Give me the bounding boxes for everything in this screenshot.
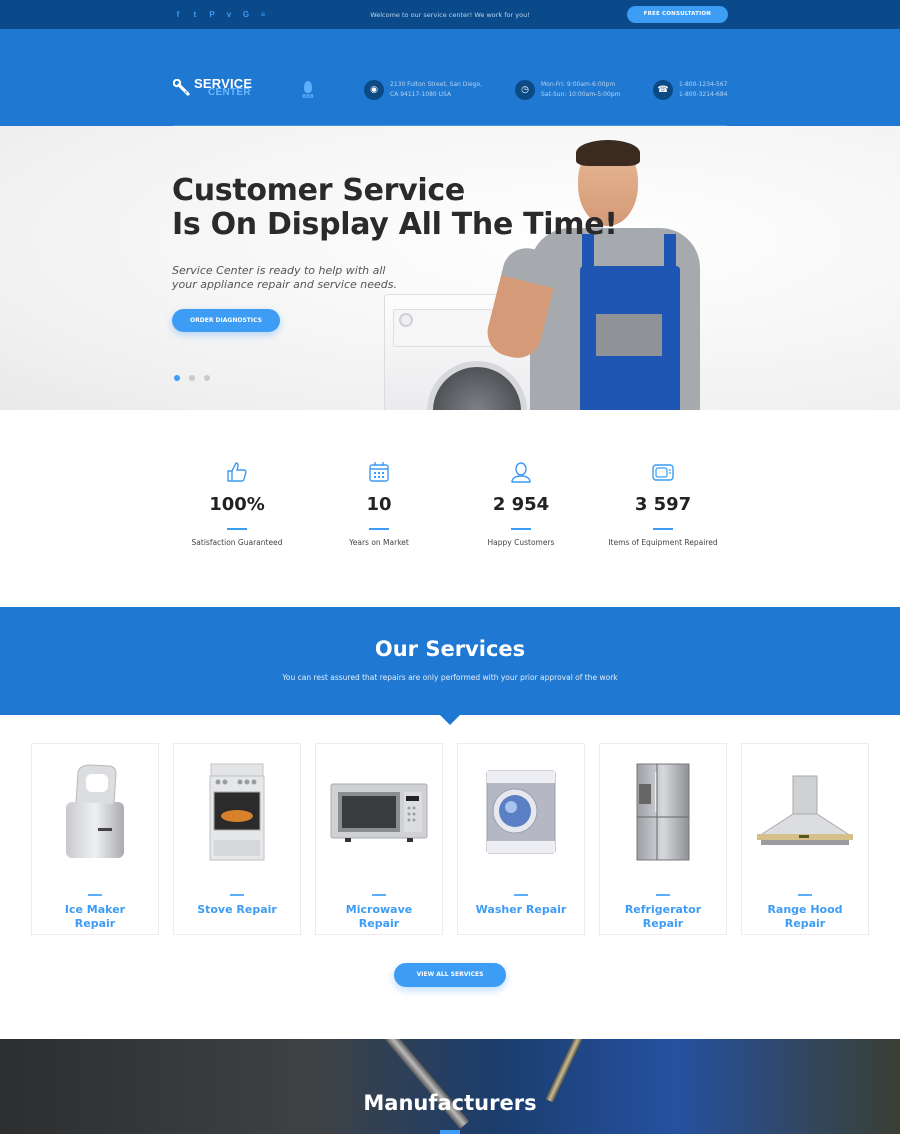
stat-divider	[653, 528, 673, 530]
stat-label: Years on Market	[349, 538, 409, 547]
stat-item: 2 954 Happy Customers	[450, 460, 592, 607]
calendar-icon	[308, 460, 450, 486]
stat-value: 3 597	[634, 494, 692, 515]
stats-section: 100% Satisfaction Guaranteed 10 Years on…	[0, 410, 900, 607]
services-title: Our Services	[374, 637, 526, 661]
top-bar: f t P v G ≡ Welcome to our service cente…	[0, 0, 900, 29]
bbb-label: BBB	[302, 94, 314, 100]
service-card-range-hood[interactable]: Range Hood Repair	[741, 743, 869, 935]
stat-label: Items of Equipment Repaired	[608, 538, 718, 547]
stat-label: Satisfaction Guaranteed	[191, 538, 283, 547]
hero-title-line-1: Customer Service	[172, 173, 465, 208]
card-divider	[372, 894, 386, 896]
slide-dot-3[interactable]	[204, 375, 210, 381]
slide-dot-1[interactable]	[174, 375, 180, 381]
clock-icon: ◷	[515, 80, 535, 100]
user-icon	[450, 460, 592, 486]
hero-subtitle: Service Center is ready to help with all…	[172, 264, 397, 291]
stat-value: 10	[366, 494, 392, 515]
hours-line-1: Mon-Fri: 9:00am-6:00pm	[541, 81, 616, 88]
manufacturers-title: Manufacturers	[363, 1091, 537, 1115]
service-name: Stove Repair	[197, 903, 277, 916]
service-name: Refrigerator Repair	[624, 903, 702, 930]
view-all-services-button[interactable]: VIEW ALL SERVICES	[394, 963, 506, 987]
card-divider	[656, 894, 670, 896]
washer-image	[458, 758, 584, 866]
twitter-icon[interactable]: t	[191, 10, 199, 19]
services-grid: Ice Maker Repair Stove Repair Microwave Re…	[0, 715, 900, 935]
card-divider	[514, 894, 528, 896]
facebook-icon[interactable]: f	[174, 10, 182, 19]
stove-image	[174, 758, 300, 866]
logo[interactable]: SERVICE CENTER	[172, 77, 252, 98]
stat-divider	[227, 528, 247, 530]
hero-title: Customer Service Is On Display All The T…	[172, 174, 618, 242]
microwave-image	[316, 758, 442, 866]
wrench-icon	[172, 78, 191, 97]
card-divider	[230, 894, 244, 896]
social-links: f t P v G ≡	[174, 10, 267, 19]
stat-label: Happy Customers	[487, 538, 555, 547]
pinterest-icon[interactable]: P	[208, 10, 216, 19]
stat-item: 3 597 Items of Equipment Repaired	[592, 460, 734, 607]
stat-item: 10 Years on Market	[308, 460, 450, 607]
order-diagnostics-button[interactable]: ORDER DIAGNOSTICS	[172, 309, 280, 332]
address-info: ◉ 2130 Fulton Street, San Diego, CA 9411…	[364, 80, 482, 100]
vimeo-icon[interactable]: v	[225, 10, 233, 19]
service-name: Ice Maker Repair	[64, 903, 126, 930]
address-line-2: CA 94117-1080 USA	[390, 91, 452, 98]
stat-value: 100%	[209, 494, 265, 515]
google-icon[interactable]: G	[242, 10, 250, 19]
rss-icon[interactable]: ≡	[259, 10, 267, 19]
range-hood-image	[742, 758, 868, 866]
multimeter-probe-image	[382, 1039, 470, 1129]
stat-value: 2 954	[492, 494, 550, 515]
phone-icon: ☎	[653, 80, 673, 100]
service-card-washer[interactable]: Washer Repair	[457, 743, 585, 935]
service-card-ice-maker[interactable]: Ice Maker Repair	[31, 743, 159, 935]
refrigerator-image	[600, 758, 726, 866]
services-subtitle: You can rest assured that repairs are on…	[282, 673, 618, 682]
service-name: Washer Repair	[475, 903, 567, 916]
phone-line-1[interactable]: 1-800-1234-567	[679, 80, 728, 90]
ice-maker-image	[32, 758, 158, 866]
section-pointer	[440, 715, 460, 725]
section-divider	[440, 1130, 460, 1134]
stat-divider	[369, 528, 389, 530]
hero-title-line-2: Is On Display All The Time!	[172, 207, 618, 242]
phone-info: ☎ 1-800-1234-567 1-800-3214-684	[653, 80, 728, 100]
manufacturers-section: Manufacturers	[0, 1039, 900, 1134]
stat-item: 100% Satisfaction Guaranteed	[166, 460, 308, 607]
map-pin-icon: ◉	[364, 80, 384, 100]
service-name: Microwave Repair	[345, 903, 413, 930]
hours-line-2: Sat-Sun: 10:00am-5:00pm	[541, 91, 621, 98]
phone-line-2[interactable]: 1-800-3214-684	[679, 90, 728, 100]
bbb-torch-icon	[304, 81, 312, 93]
bbb-badge[interactable]: BBB	[301, 81, 315, 100]
service-card-microwave[interactable]: Microwave Repair	[315, 743, 443, 935]
slide-dot-2[interactable]	[189, 375, 195, 381]
hero-slider: Customer Service Is On Display All The T…	[0, 126, 900, 410]
services-header: Our Services You can rest assured that r…	[0, 607, 900, 725]
thumbs-up-icon	[166, 460, 308, 486]
free-consultation-button[interactable]: FREE CONSULTATION	[626, 6, 728, 23]
tv-icon	[592, 460, 734, 486]
stat-divider	[511, 528, 531, 530]
slider-pagination	[174, 375, 210, 381]
site-header: SERVICE CENTER BBB ◉ 2130 Fulton Street,…	[0, 29, 900, 145]
service-card-stove[interactable]: Stove Repair	[173, 743, 301, 935]
address-line-1: 2130 Fulton Street, San Diego,	[390, 81, 483, 88]
service-name: Range Hood Repair	[767, 903, 843, 930]
card-divider	[88, 894, 102, 896]
welcome-message: Welcome to our service center! We work f…	[370, 10, 530, 19]
service-card-refrigerator[interactable]: Refrigerator Repair	[599, 743, 727, 935]
card-divider	[798, 894, 812, 896]
hours-info: ◷ Mon-Fri: 9:00am-6:00pm Sat-Sun: 10:00a…	[515, 80, 620, 100]
